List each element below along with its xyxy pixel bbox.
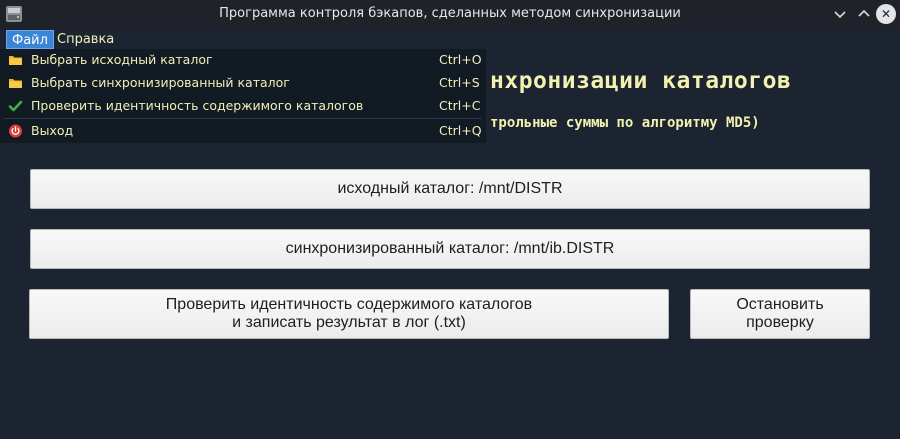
chevron-up-icon [858,9,870,17]
menu-item-label: Проверить идентичность содержимого катал… [31,98,364,113]
menu-separator [4,118,482,119]
page-subtitle: трольные суммы по алгоритму MD5) [490,115,760,131]
check-identity-button[interactable]: Проверить идентичность содержимого катал… [29,289,669,339]
folder-icon [9,56,22,65]
title-bar: Программа контроля бэкапов, сделанных ме… [0,0,900,29]
folder-icon [9,79,22,88]
close-button[interactable]: ✕ [876,4,896,24]
stop-button-line2: проверку [746,314,814,331]
check-button-line1: Проверить идентичность содержимого катал… [165,296,533,313]
menu-item-shortcut: Ctrl+C [439,98,481,113]
menu-item-shortcut: Ctrl+O [439,52,482,67]
menu-item-label: Выбрать синхронизированный каталог [31,75,290,90]
menu-help[interactable]: Справка [52,30,119,49]
menu-item-shortcut: Ctrl+S [439,75,480,90]
stop-button-line1: Остановить [736,296,824,313]
close-icon: ✕ [880,7,892,21]
minimize-button[interactable] [830,4,850,24]
stop-check-button[interactable]: Остановить проверку [690,289,870,339]
menu-file[interactable]: Файл [6,30,54,49]
window-title: Программа контроля бэкапов, сделанных ме… [219,6,681,21]
file-menu-dropdown: Выбрать исходный каталог Ctrl+O Выбрать … [0,49,486,143]
power-icon [9,124,22,138]
menu-item-check-identity[interactable]: Проверить идентичность содержимого катал… [0,95,486,117]
chevron-down-icon [834,11,846,19]
menu-item-shortcut: Ctrl+Q [439,123,482,138]
page-title: нхронизации каталогов [490,68,792,94]
menu-item-select-source[interactable]: Выбрать исходный каталог Ctrl+O [0,49,486,71]
maximize-button[interactable] [854,4,874,24]
menu-item-label: Выбрать исходный каталог [31,52,213,67]
check-button-line2: и записать результат в лог (.txt) [232,314,466,331]
menu-item-label: Выход [31,123,74,138]
menu-item-exit[interactable]: Выход Ctrl+Q [0,120,486,142]
source-directory-button[interactable]: исходный каталог: /mnt/DISTR [30,169,870,209]
menu-bar: Файл Справка [0,29,900,49]
menu-item-select-sync[interactable]: Выбрать синхронизированный каталог Ctrl+… [0,72,486,94]
checkmark-icon [8,100,23,112]
sync-directory-button[interactable]: синхронизированный каталог: /mnt/ib.DIST… [30,229,870,269]
